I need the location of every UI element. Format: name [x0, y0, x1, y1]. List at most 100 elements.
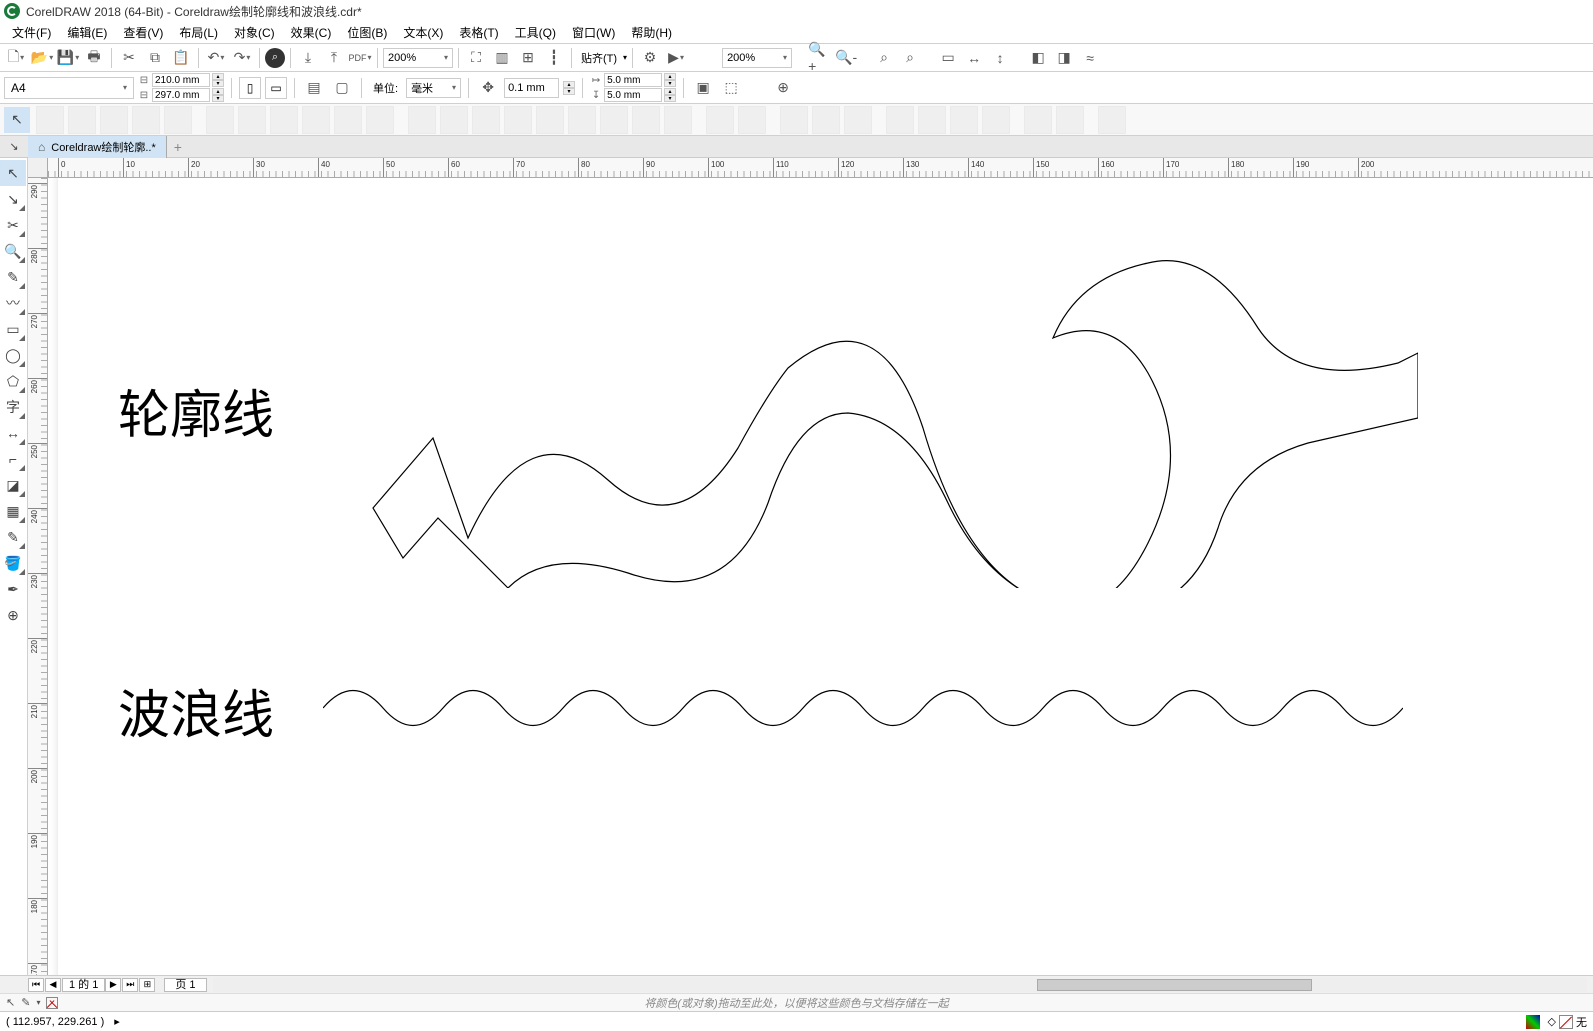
show-guides-button[interactable]: ┇: [542, 46, 566, 70]
scroll-thumb[interactable]: [1037, 979, 1312, 991]
nofill-indicator-icon[interactable]: [46, 997, 58, 1009]
page-tab-1[interactable]: 页 1: [164, 978, 206, 992]
zoom-level-1[interactable]: 200%: [383, 48, 453, 68]
page-first-button[interactable]: ⏮: [28, 978, 44, 992]
fill-icon[interactable]: ◇: [1548, 1015, 1556, 1028]
doc-tab-active[interactable]: ⌂ Coreldraw绘制轮廓..*: [28, 136, 167, 158]
landscape-button[interactable]: ▭: [265, 77, 287, 99]
dup-x-input[interactable]: [604, 73, 662, 87]
menu-帮助H[interactable]: 帮助(H): [623, 24, 680, 41]
menu-查看V[interactable]: 查看(V): [115, 24, 171, 41]
menu-表格T[interactable]: 表格(T): [451, 24, 506, 41]
ruler-vertical[interactable]: 290280270260250240230220210200190180170: [28, 178, 48, 975]
menu-布局L[interactable]: 布局(L): [171, 24, 226, 41]
tool-shape[interactable]: ↘: [0, 186, 26, 212]
shape-tool-mini[interactable]: ↘: [1, 137, 27, 157]
tool-plus[interactable]: ⊕: [0, 602, 26, 628]
copy-button[interactable]: ⧉: [143, 46, 167, 70]
paste-button[interactable]: 📋: [169, 46, 193, 70]
cut-button[interactable]: ✂: [117, 46, 141, 70]
current-page-icon[interactable]: ▢: [330, 76, 354, 100]
zoom-in-icon[interactable]: 🔍+: [808, 46, 832, 70]
ruler-corner[interactable]: [28, 158, 48, 178]
tool-eyedropper[interactable]: ✎: [0, 524, 26, 550]
tool-drop-shadow[interactable]: ◪: [0, 472, 26, 498]
zoom-selection-icon[interactable]: ⌕: [872, 46, 896, 70]
tool-rectangle[interactable]: ▭: [0, 316, 26, 342]
zoom-width-icon[interactable]: ↔: [962, 46, 986, 70]
view-2-icon[interactable]: ◨: [1052, 46, 1076, 70]
canvas-label-wave[interactable]: 波浪线: [118, 673, 274, 748]
bbox-icon[interactable]: ⬚: [719, 76, 743, 100]
tool-text[interactable]: 字: [0, 394, 26, 420]
fullscreen-button[interactable]: ⛶: [464, 46, 488, 70]
canvas-label-outline[interactable]: 轮廓线: [118, 373, 274, 448]
canvas[interactable]: 轮廓线 波浪线: [48, 178, 1593, 975]
nudge-input[interactable]: [504, 78, 559, 98]
units-combo[interactable]: 毫米: [406, 78, 461, 98]
tool-fill[interactable]: 🪣: [0, 550, 26, 576]
page-width-input[interactable]: [152, 73, 210, 87]
launch-button[interactable]: ▶: [664, 46, 688, 70]
page-add-button[interactable]: ⊞: [139, 978, 155, 992]
wave-line[interactable]: [323, 678, 1403, 738]
menu-工具Q[interactable]: 工具(Q): [507, 24, 564, 41]
show-rulers-button[interactable]: ▥: [490, 46, 514, 70]
tool-connector[interactable]: ⌐: [0, 446, 26, 472]
menu-位图B[interactable]: 位图(B): [339, 24, 395, 41]
pick-tool-mini[interactable]: ↖: [4, 107, 30, 133]
page-prev-button[interactable]: ◀: [45, 978, 61, 992]
tool-pick[interactable]: ↖: [0, 160, 26, 186]
tool-transparency[interactable]: ▦: [0, 498, 26, 524]
zoom-height-icon[interactable]: ↕: [988, 46, 1012, 70]
tool-crop[interactable]: ✂: [0, 212, 26, 238]
page-size-combo[interactable]: A4: [4, 77, 134, 99]
snap-label[interactable]: 贴齐(T): [577, 50, 621, 66]
outline-curve[interactable]: [338, 238, 1418, 588]
new-button[interactable]: 🗋: [4, 46, 28, 70]
page-height-input[interactable]: [152, 88, 210, 102]
fill-none-icon[interactable]: [1559, 1015, 1573, 1029]
tool-ellipse[interactable]: ◯: [0, 342, 26, 368]
tool-freehand[interactable]: ✎: [0, 264, 26, 290]
tool-artistic[interactable]: 〰: [0, 290, 26, 316]
menu-文件F[interactable]: 文件(F): [4, 24, 59, 41]
color-proof-icon[interactable]: [1526, 1015, 1540, 1029]
quick-customize-icon[interactable]: ⊕: [771, 76, 795, 100]
menu-文本X[interactable]: 文本(X): [395, 24, 451, 41]
treat-as-filled-icon[interactable]: ▣: [691, 76, 715, 100]
print-button[interactable]: 🖶: [82, 46, 106, 70]
horizontal-scrollbar[interactable]: [213, 978, 1587, 992]
undo-button[interactable]: ↶: [204, 46, 228, 70]
publish-pdf-button[interactable]: PDF: [348, 46, 372, 70]
tool-outline[interactable]: ✒: [0, 576, 26, 602]
tool-polygon[interactable]: ⬠: [0, 368, 26, 394]
redo-button[interactable]: ↷: [230, 46, 254, 70]
tool-zoom[interactable]: 🔍: [0, 238, 26, 264]
options-button[interactable]: ⚙: [638, 46, 662, 70]
all-pages-icon[interactable]: ▤: [302, 76, 326, 100]
menu-窗口W[interactable]: 窗口(W): [564, 24, 623, 41]
portrait-button[interactable]: ▯: [239, 77, 261, 99]
page-next-button[interactable]: ▶: [105, 978, 121, 992]
show-grid-button[interactable]: ⊞: [516, 46, 540, 70]
import-button[interactable]: ⤓: [296, 46, 320, 70]
add-tab-button[interactable]: +: [167, 139, 189, 155]
view-3-icon[interactable]: ≈: [1078, 46, 1102, 70]
zoom-level-2[interactable]: 200%: [722, 48, 792, 68]
page-last-button[interactable]: ⏭: [122, 978, 138, 992]
dup-y-input[interactable]: [604, 88, 662, 102]
ruler-horizontal[interactable]: 0102030405060708090100110120130140150160…: [48, 158, 1593, 178]
zoom-out-icon[interactable]: 🔍-: [834, 46, 858, 70]
zoom-all-icon[interactable]: ⌕: [898, 46, 922, 70]
menu-效果C[interactable]: 效果(C): [283, 24, 340, 41]
search-button[interactable]: ⌕: [265, 48, 285, 68]
tool-parallel-dim[interactable]: ↔: [0, 420, 26, 446]
view-1-icon[interactable]: ◧: [1026, 46, 1050, 70]
save-button[interactable]: 💾: [56, 46, 80, 70]
export-button[interactable]: ⤒: [322, 46, 346, 70]
zoom-page-icon[interactable]: ▭: [936, 46, 960, 70]
menu-编辑E[interactable]: 编辑(E): [59, 24, 115, 41]
menu-对象C[interactable]: 对象(C): [226, 24, 283, 41]
open-button[interactable]: 📂: [30, 46, 54, 70]
